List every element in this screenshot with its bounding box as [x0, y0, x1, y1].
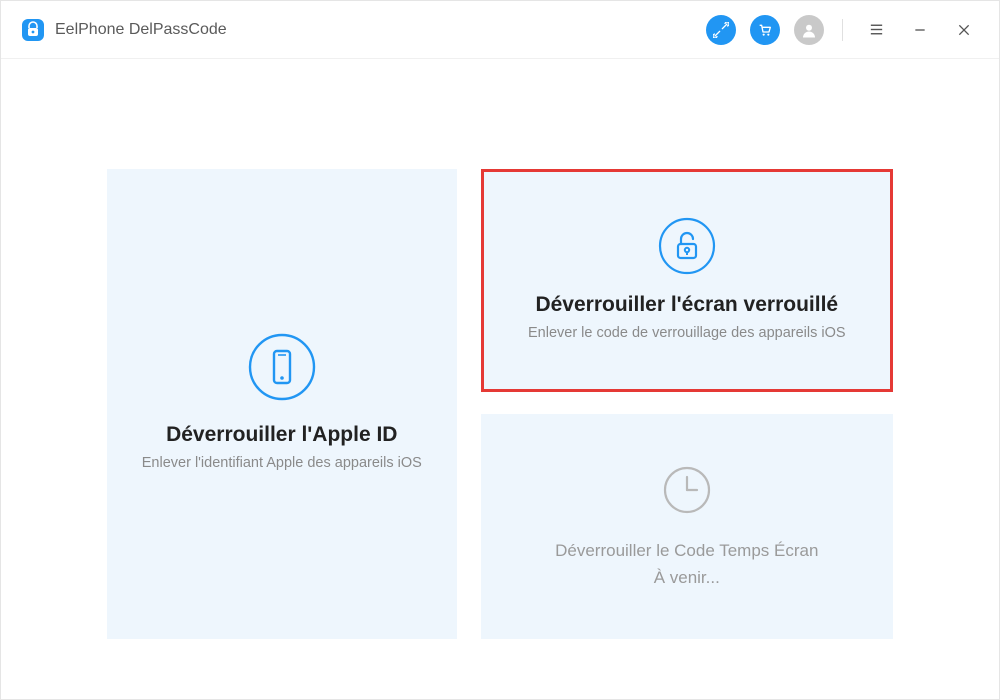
user-button[interactable] [794, 15, 824, 45]
screen-time-line2: À venir... [654, 568, 720, 587]
app-title: EelPhone DelPassCode [55, 21, 227, 39]
phone-icon [248, 333, 316, 401]
apple-id-title: Déverrouiller l'Apple ID [166, 423, 397, 447]
apple-id-subtitle: Enlever l'identifiant Apple des appareil… [142, 453, 422, 475]
card-screen-time[interactable]: Déverrouiller le Code Temps Écran À veni… [481, 414, 893, 639]
clock-icon [658, 461, 716, 519]
lock-screen-title: Déverrouiller l'écran verrouillé [535, 293, 838, 317]
cart-button[interactable] [750, 15, 780, 45]
lock-screen-subtitle: Enlever le code de verrouillage des appa… [528, 323, 846, 345]
main-content: Déverrouiller l'Apple ID Enlever l'ident… [1, 59, 999, 699]
app-logo-icon [21, 18, 45, 42]
minimize-button[interactable] [905, 15, 935, 45]
close-button[interactable] [949, 15, 979, 45]
unlock-icon [658, 217, 716, 275]
app-window: EelPhone DelPassCode [0, 0, 1000, 700]
titlebar-right [706, 15, 979, 45]
card-unlock-screen[interactable]: Déverrouiller l'écran verrouillé Enlever… [481, 169, 893, 392]
tools-button[interactable] [706, 15, 736, 45]
titlebar: EelPhone DelPassCode [1, 1, 999, 59]
screen-time-line1: Déverrouiller le Code Temps Écran [555, 541, 818, 560]
menu-button[interactable] [861, 15, 891, 45]
right-column: Déverrouiller l'écran verrouillé Enlever… [481, 169, 893, 639]
left-column: Déverrouiller l'Apple ID Enlever l'ident… [107, 169, 457, 639]
titlebar-divider [842, 19, 843, 41]
titlebar-left: EelPhone DelPassCode [21, 18, 227, 42]
card-unlock-apple-id[interactable]: Déverrouiller l'Apple ID Enlever l'ident… [107, 169, 457, 639]
screen-time-title: Déverrouiller le Code Temps Écran À veni… [555, 537, 818, 591]
